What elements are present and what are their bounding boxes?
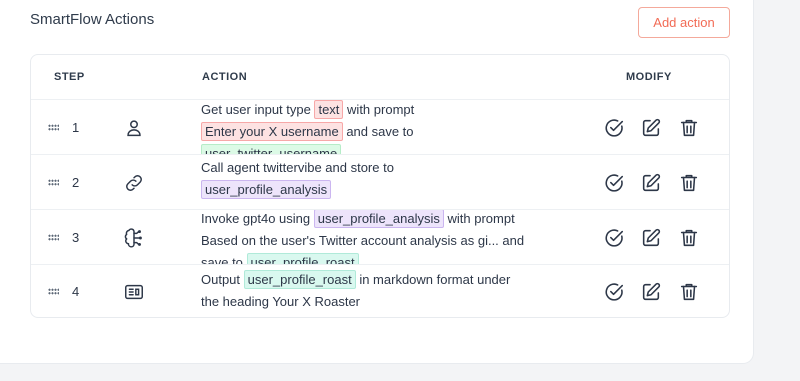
step-number: 4 <box>72 284 80 299</box>
step-number: 3 <box>72 229 80 245</box>
edit-icon[interactable] <box>640 172 662 194</box>
link-icon <box>123 172 145 194</box>
action-description: Get user input type text with prompt Ent… <box>201 100 601 155</box>
check-circle-icon[interactable] <box>603 172 625 194</box>
trash-icon[interactable] <box>678 227 700 249</box>
trash-icon[interactable] <box>678 281 700 303</box>
variable-tag: user_profile_analysis <box>313 210 444 228</box>
column-header-action: ACTION <box>202 71 248 83</box>
brain-circuit-icon <box>123 227 145 249</box>
column-header-modify: MODIFY <box>626 71 672 83</box>
variable-tag: user_profile_analysis <box>201 180 332 199</box>
edit-icon[interactable] <box>640 281 662 303</box>
table-row: 2 Call agent twittervibe and store to use… <box>31 154 729 210</box>
action-description: Call agent twittervibe and store to user… <box>201 160 394 199</box>
variable-tag: text <box>314 100 344 119</box>
drag-handle-icon[interactable] <box>48 178 59 186</box>
output-panel-icon <box>123 281 145 303</box>
actions-table: STEP ACTION MODIFY 1 Get user input type … <box>30 54 730 318</box>
action-description: Output user_profile_roast in markdown fo… <box>201 270 511 309</box>
trash-icon[interactable] <box>678 117 700 139</box>
drag-handle-icon[interactable] <box>48 233 59 241</box>
check-circle-icon[interactable] <box>603 281 625 303</box>
drag-handle-icon[interactable] <box>48 123 59 131</box>
column-header-step: STEP <box>54 71 85 83</box>
table-row: 4 Output user_profile_roast in markdown f… <box>31 264 729 319</box>
add-action-button[interactable]: Add action <box>638 7 730 38</box>
trash-icon[interactable] <box>678 172 700 194</box>
step-number: 2 <box>72 174 80 190</box>
step-number: 1 <box>72 119 80 135</box>
table-row: 1 Get user input type text with prompt En… <box>31 99 729 155</box>
drag-handle-icon[interactable] <box>48 288 59 295</box>
user-icon <box>123 117 145 139</box>
table-row: 3 Invoke gpt4o using user_profile_analysi… <box>31 209 729 265</box>
check-circle-icon[interactable] <box>603 227 625 249</box>
page-title: SmartFlow Actions <box>30 11 155 28</box>
action-description: Invoke gpt4o using user_profile_analysis… <box>201 210 601 265</box>
smartflow-actions-card: SmartFlow Actions Add action STEP ACTION… <box>0 0 753 363</box>
edit-icon[interactable] <box>640 117 662 139</box>
edit-icon[interactable] <box>640 227 662 249</box>
check-circle-icon[interactable] <box>603 117 625 139</box>
variable-tag: Enter your X username <box>201 122 343 141</box>
variable-tag: user_profile_roast <box>243 270 356 289</box>
